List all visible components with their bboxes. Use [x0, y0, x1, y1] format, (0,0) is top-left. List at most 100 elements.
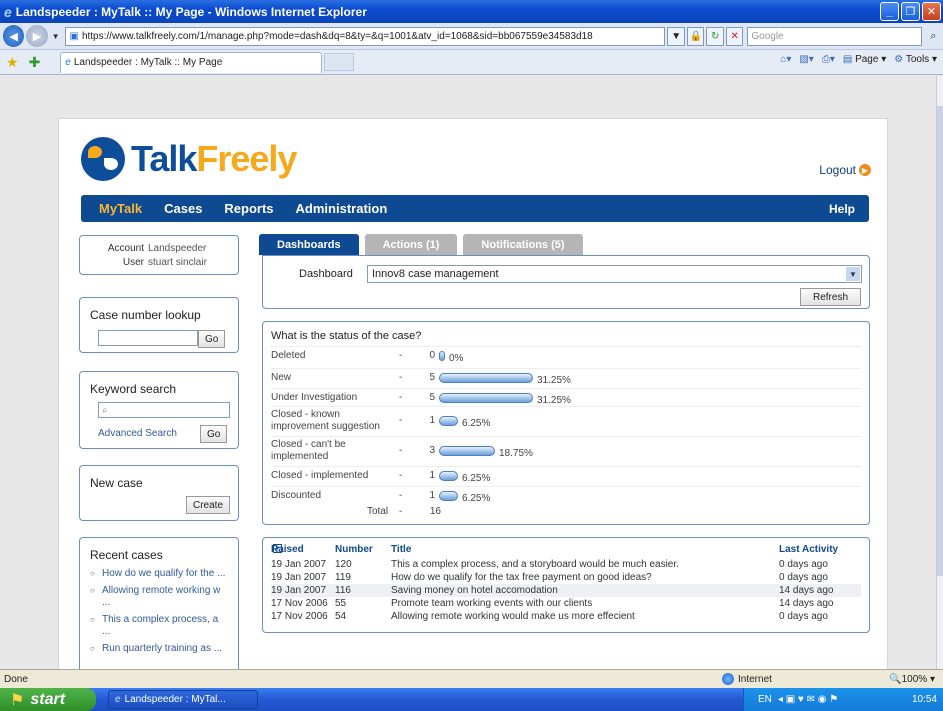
status-count: 5 — [429, 392, 435, 403]
tab-dashboards[interactable]: Dashboards — [259, 234, 359, 255]
cell-title[interactable]: Promote team working events with our cli… — [391, 598, 592, 609]
cell-last-activity: 14 days ago — [779, 585, 834, 596]
cell-title[interactable]: Allowing remote working would make us mo… — [391, 611, 635, 622]
refresh-icon[interactable]: ↻ — [706, 26, 724, 46]
talkfreely-logo: TalkFreely — [81, 137, 297, 181]
keyword-go-button[interactable]: Go — [200, 425, 228, 443]
account-box: Account Landspeeder User stuart sinclair — [79, 235, 239, 275]
lock-icon[interactable]: 🔒 — [686, 26, 705, 46]
table-row[interactable]: 17 Nov 2006 55 Promote team working events… — [271, 597, 861, 610]
recent-case-link[interactable]: Allowing remote working w ... — [90, 585, 228, 609]
sort-icon[interactable]: ▼ — [273, 544, 282, 553]
nav-cases[interactable]: Cases — [164, 201, 202, 216]
cell-raised: 19 Jan 2007 — [271, 585, 327, 596]
status-total-row: Total - 16 — [271, 506, 861, 520]
user-label: User — [122, 257, 144, 268]
page-menu[interactable]: ▤ Page ▾ — [843, 54, 886, 65]
recent-case-link[interactable]: Run quarterly training as ... — [90, 643, 228, 655]
vertical-scrollbar[interactable] — [936, 76, 943, 669]
stop-icon[interactable]: ✕ — [725, 26, 744, 46]
system-tray: EN ◂ ▣ ♥ ✉ ◉ ⚑ 10:54 — [743, 688, 943, 711]
logout-link[interactable]: Logout ▶ — [819, 163, 871, 177]
scrollbar-thumb[interactable] — [937, 106, 943, 576]
forward-button[interactable]: ▶ — [26, 25, 48, 47]
nav-mytalk[interactable]: MyTalk — [99, 201, 142, 216]
nav-administration[interactable]: Administration — [296, 201, 388, 216]
user-value: stuart sinclair — [148, 257, 207, 268]
new-case-title: New case — [90, 476, 143, 490]
case-lookup-go-button[interactable]: Go — [198, 330, 226, 348]
back-button[interactable]: ◀ — [3, 25, 25, 47]
feeds-icon[interactable]: ▧▾ — [799, 54, 813, 65]
table-row[interactable]: 19 Jan 2007 116 Saving money on hotel acco… — [271, 584, 861, 597]
new-tab-button[interactable] — [324, 53, 355, 71]
recent-case-link[interactable]: This a complex process, a ... — [90, 614, 228, 638]
keyword-search-input[interactable]: ⌕ — [98, 402, 230, 418]
cell-number: 120 — [335, 559, 352, 570]
table-row[interactable]: 17 Nov 2006 54 Allowing remote working wou… — [271, 610, 861, 623]
cell-raised: 17 Nov 2006 — [271, 611, 328, 622]
print-icon[interactable]: ⎙▾ — [822, 54, 835, 65]
status-label: New — [271, 372, 292, 383]
advanced-search-link[interactable]: Advanced Search — [98, 428, 177, 439]
dashboard-select[interactable]: Innov8 case management ▼ — [367, 265, 862, 283]
start-label: start — [30, 690, 66, 708]
address-input[interactable]: ▣ https://www.talkfreely.com/1/manage.ph… — [65, 26, 666, 46]
status-dash: - — [399, 350, 403, 361]
header-number[interactable]: Number — [335, 544, 373, 555]
status-label: Discounted — [271, 490, 322, 501]
ie-statusbar: Done Internet 🔍100% ▾ — [0, 669, 943, 688]
status-row: New - 5 31.25% — [271, 368, 861, 386]
cell-title[interactable]: How do we qualify for the tax free payme… — [391, 572, 652, 583]
header-last-activity[interactable]: Last Activity — [779, 544, 838, 555]
browser-tab-active[interactable]: e Landspeeder : MyTalk :: My Page — [60, 51, 323, 73]
add-favorites-icon[interactable]: ✚ — [29, 54, 41, 71]
zoom-level[interactable]: 🔍100% ▾ — [889, 674, 935, 685]
case-number-input[interactable] — [98, 330, 198, 346]
start-button[interactable]: ⚑ start — [0, 688, 96, 711]
home-icon[interactable]: ⌂▾ — [780, 54, 791, 65]
status-label: Closed - can't be implemented — [271, 439, 346, 462]
address-dropdown-icon[interactable]: ▼ — [667, 26, 685, 46]
favorites-star-icon[interactable]: ★ — [6, 54, 19, 71]
taskbar-item-ie[interactable]: e Landspeeder : MyTal... — [108, 690, 258, 709]
search-icon[interactable]: ⌕ — [924, 27, 943, 46]
table-row[interactable]: 19 Jan 2007 120 This a complex process, an… — [271, 558, 861, 571]
status-count: 1 — [429, 415, 435, 426]
cell-title[interactable]: Saving money on hotel accomodation — [391, 585, 558, 596]
status-title: What is the status of the case? — [271, 330, 422, 342]
taskbar-item-label: Landspeeder : MyTal... — [124, 694, 226, 705]
dashboard-selected-value: Innov8 case management — [372, 268, 499, 280]
windows-flag-icon: ⚑ — [10, 691, 25, 709]
history-dropdown-icon[interactable]: ▼ — [52, 32, 60, 41]
cell-number: 54 — [335, 611, 347, 622]
header-title[interactable]: Title — [391, 544, 411, 555]
cell-title[interactable]: This a complex process, and a storyboard… — [391, 559, 679, 570]
minimize-button[interactable]: _ — [880, 2, 899, 21]
nav-help[interactable]: Help — [829, 202, 855, 216]
tab-actions[interactable]: Actions (1) — [364, 234, 458, 255]
status-dash: - — [399, 372, 403, 383]
logout-arrow-icon: ▶ — [859, 164, 871, 176]
tab-notifications[interactable]: Notifications (5) — [463, 234, 583, 255]
zoom-label: 100% — [901, 673, 928, 685]
status-percent: 6.25% — [462, 493, 491, 504]
search-input[interactable]: Google — [747, 26, 922, 46]
close-button[interactable]: ✕ — [922, 2, 941, 21]
cell-last-activity: 0 days ago — [779, 572, 828, 583]
table-row[interactable]: 19 Jan 2007 119 How do we qualify for the … — [271, 571, 861, 584]
refresh-button[interactable]: Refresh — [799, 288, 861, 306]
status-row: Deleted - 0 0% — [271, 346, 861, 364]
recent-case-link[interactable]: How do we qualify for the ... — [90, 568, 228, 580]
tools-menu[interactable]: ⚙ Tools ▾ — [894, 54, 937, 65]
nav-reports[interactable]: Reports — [224, 201, 273, 216]
cell-number: 119 — [335, 572, 351, 583]
keyword-search-title: Keyword search — [90, 382, 177, 396]
create-case-button[interactable]: Create — [185, 496, 230, 514]
status-count: 1 — [429, 470, 435, 481]
cell-last-activity: 14 days ago — [779, 598, 834, 609]
language-indicator[interactable]: EN — [758, 694, 772, 705]
tray-icons[interactable]: ◂ ▣ ♥ ✉ ◉ ⚑ — [778, 694, 838, 705]
status-dash: - — [399, 470, 403, 481]
restore-button[interactable]: ❐ — [901, 2, 920, 21]
